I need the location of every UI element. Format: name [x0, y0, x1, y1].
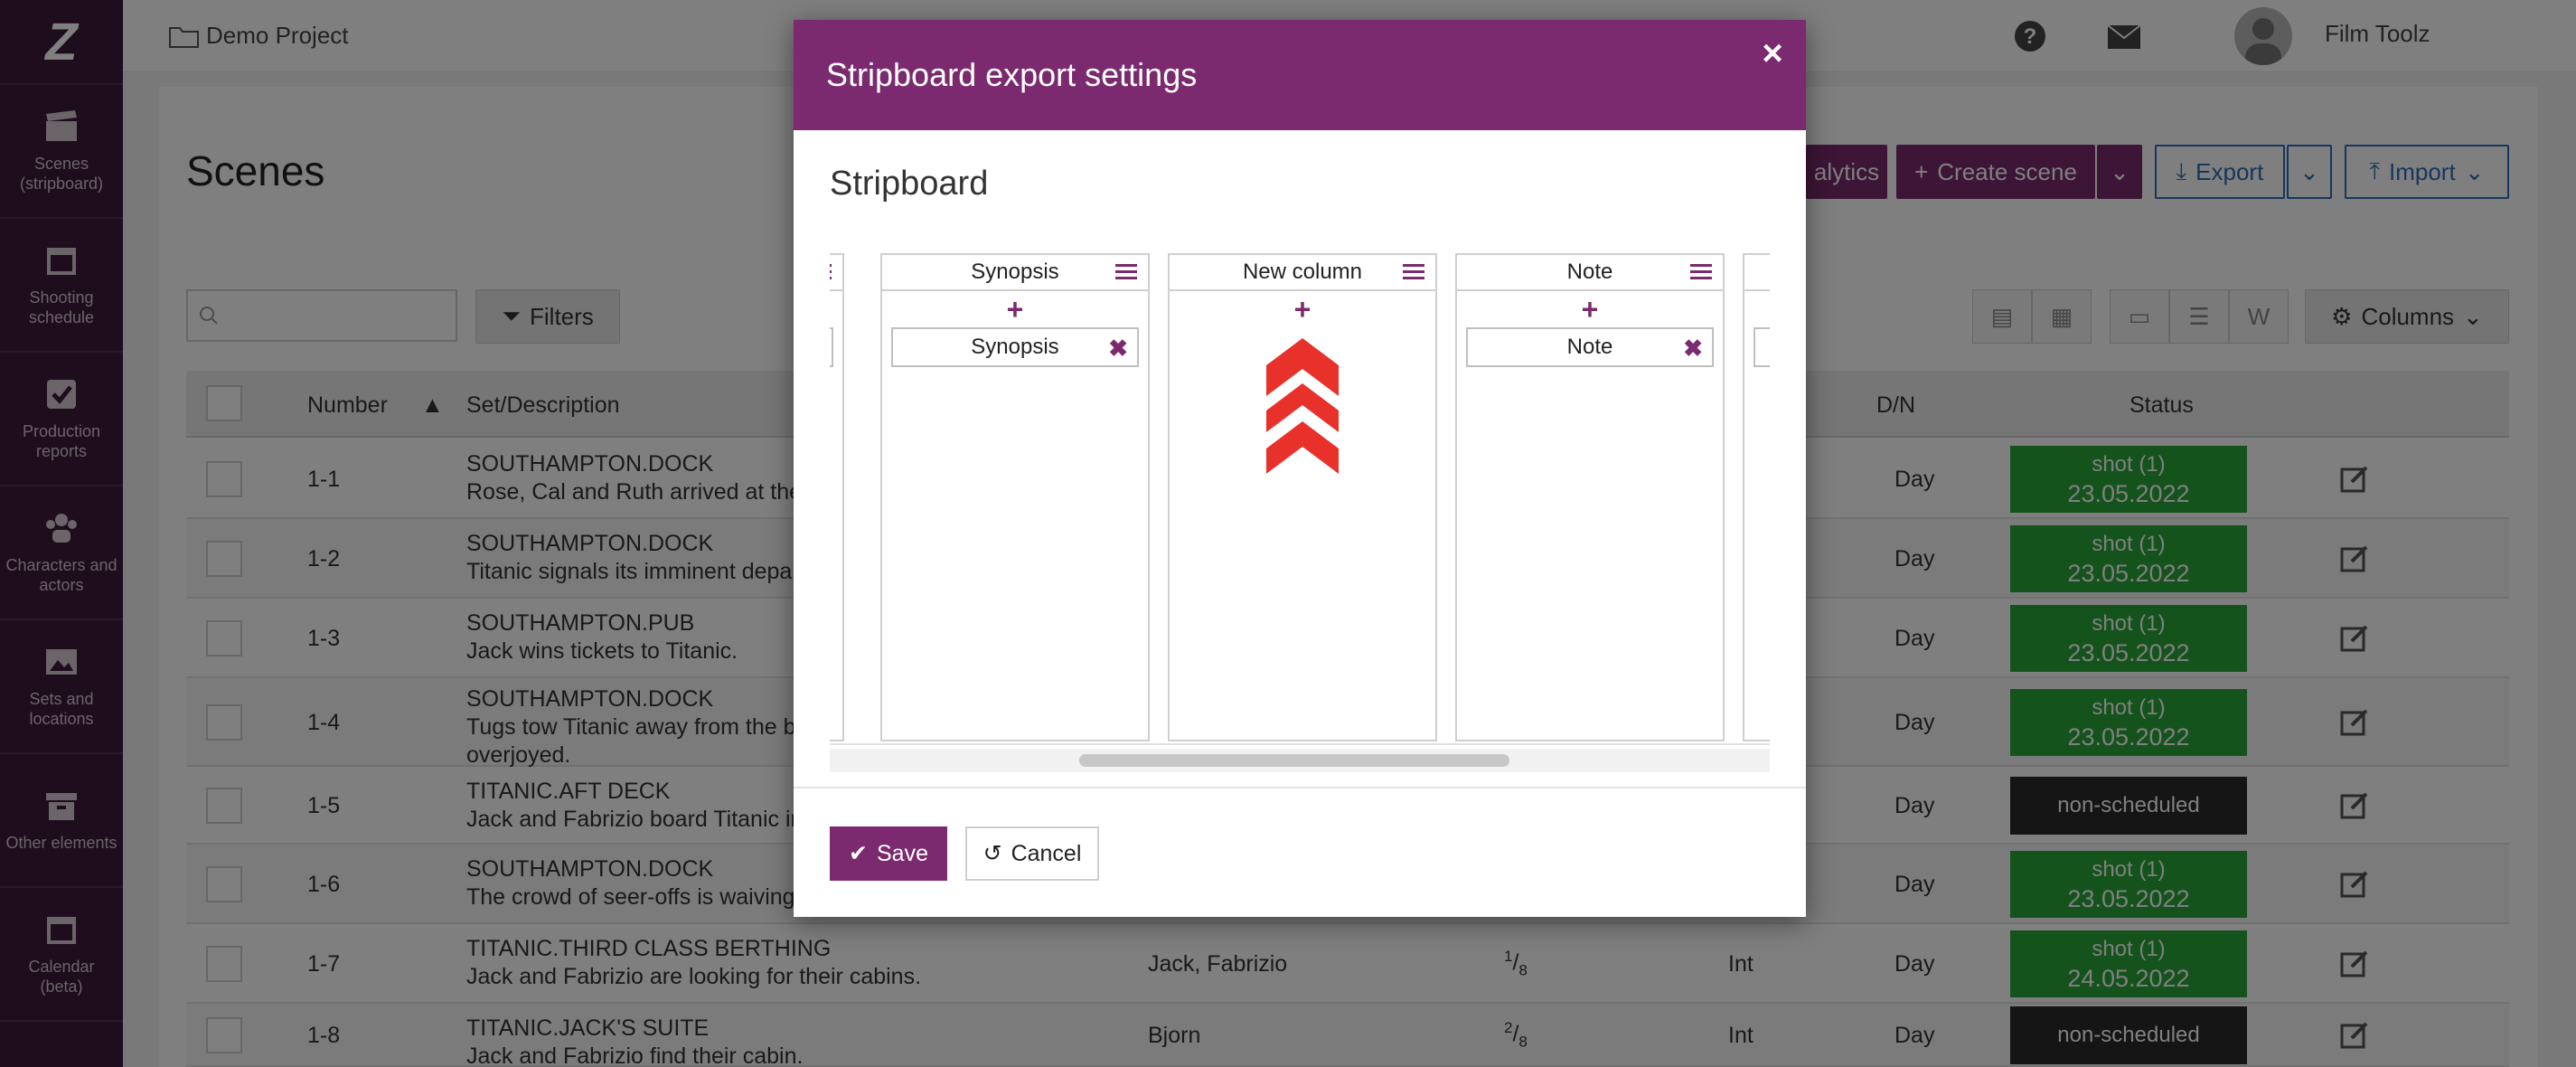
- modal-title: Stripboard export settings: [826, 56, 1198, 93]
- column-card-synopsis: Synopsis + Synopsis ✖: [880, 253, 1150, 741]
- modal-header: Stripboard export settings ×: [794, 20, 1806, 130]
- drop-here-arrow-icon: [1266, 338, 1339, 474]
- add-field-icon[interactable]: +: [882, 291, 1148, 327]
- drag-handle-icon[interactable]: [830, 262, 832, 282]
- field-chip[interactable]: [1753, 327, 1770, 367]
- drag-handle-icon[interactable]: [1115, 262, 1137, 282]
- add-field-icon[interactable]: [830, 291, 842, 327]
- column-editor[interactable]: ✖ Synopsis + Synopsis ✖ New column +: [830, 233, 1770, 745]
- column-title: Note: [1566, 260, 1613, 284]
- add-field-icon[interactable]: +: [1457, 291, 1723, 327]
- drag-handle-icon[interactable]: [1403, 262, 1424, 282]
- cancel-label: Cancel: [1011, 840, 1082, 866]
- field-chip-note[interactable]: Note ✖: [1466, 327, 1714, 367]
- column-header: Synopsis: [882, 255, 1148, 291]
- drag-handle-icon[interactable]: [1690, 262, 1712, 282]
- column-card-note: Note + Note ✖: [1455, 253, 1725, 741]
- field-chip[interactable]: ✖: [830, 327, 833, 367]
- add-field-icon[interactable]: [1744, 291, 1770, 327]
- column-card-partial-left: ✖: [830, 253, 844, 741]
- save-button[interactable]: ✔ Save: [830, 826, 947, 881]
- horizontal-scrollbar[interactable]: [830, 749, 1770, 772]
- remove-icon[interactable]: ✖: [1108, 335, 1128, 363]
- column-card-new-column: New column +: [1168, 253, 1437, 741]
- column-header: Note: [1457, 255, 1723, 291]
- cancel-button[interactable]: ↺ Cancel: [965, 826, 1099, 881]
- stripboard-export-modal: Stripboard export settings × Stripboard …: [794, 20, 1806, 917]
- column-header: New column: [1170, 255, 1435, 291]
- column-title: New column: [1242, 260, 1363, 284]
- close-icon[interactable]: ×: [1757, 35, 1788, 71]
- column-header: [1744, 255, 1770, 291]
- column-card-partial-right: [1743, 253, 1770, 741]
- save-label: Save: [876, 840, 928, 866]
- checkmark-icon: ✔: [849, 841, 868, 866]
- remove-icon[interactable]: ✖: [1683, 335, 1703, 363]
- column-header: [830, 255, 842, 291]
- field-chip-synopsis[interactable]: Synopsis ✖: [891, 327, 1139, 367]
- column-title: Synopsis: [971, 260, 1059, 284]
- stripboard-heading: Stripboard: [830, 165, 989, 203]
- undo-icon: ↺: [982, 841, 1002, 866]
- add-field-icon[interactable]: +: [1170, 291, 1435, 327]
- footer-divider: [794, 787, 1806, 788]
- field-chip-label: Synopsis: [971, 335, 1059, 359]
- field-chip-label: Note: [1566, 335, 1613, 359]
- scrollbar-thumb[interactable]: [1079, 754, 1509, 767]
